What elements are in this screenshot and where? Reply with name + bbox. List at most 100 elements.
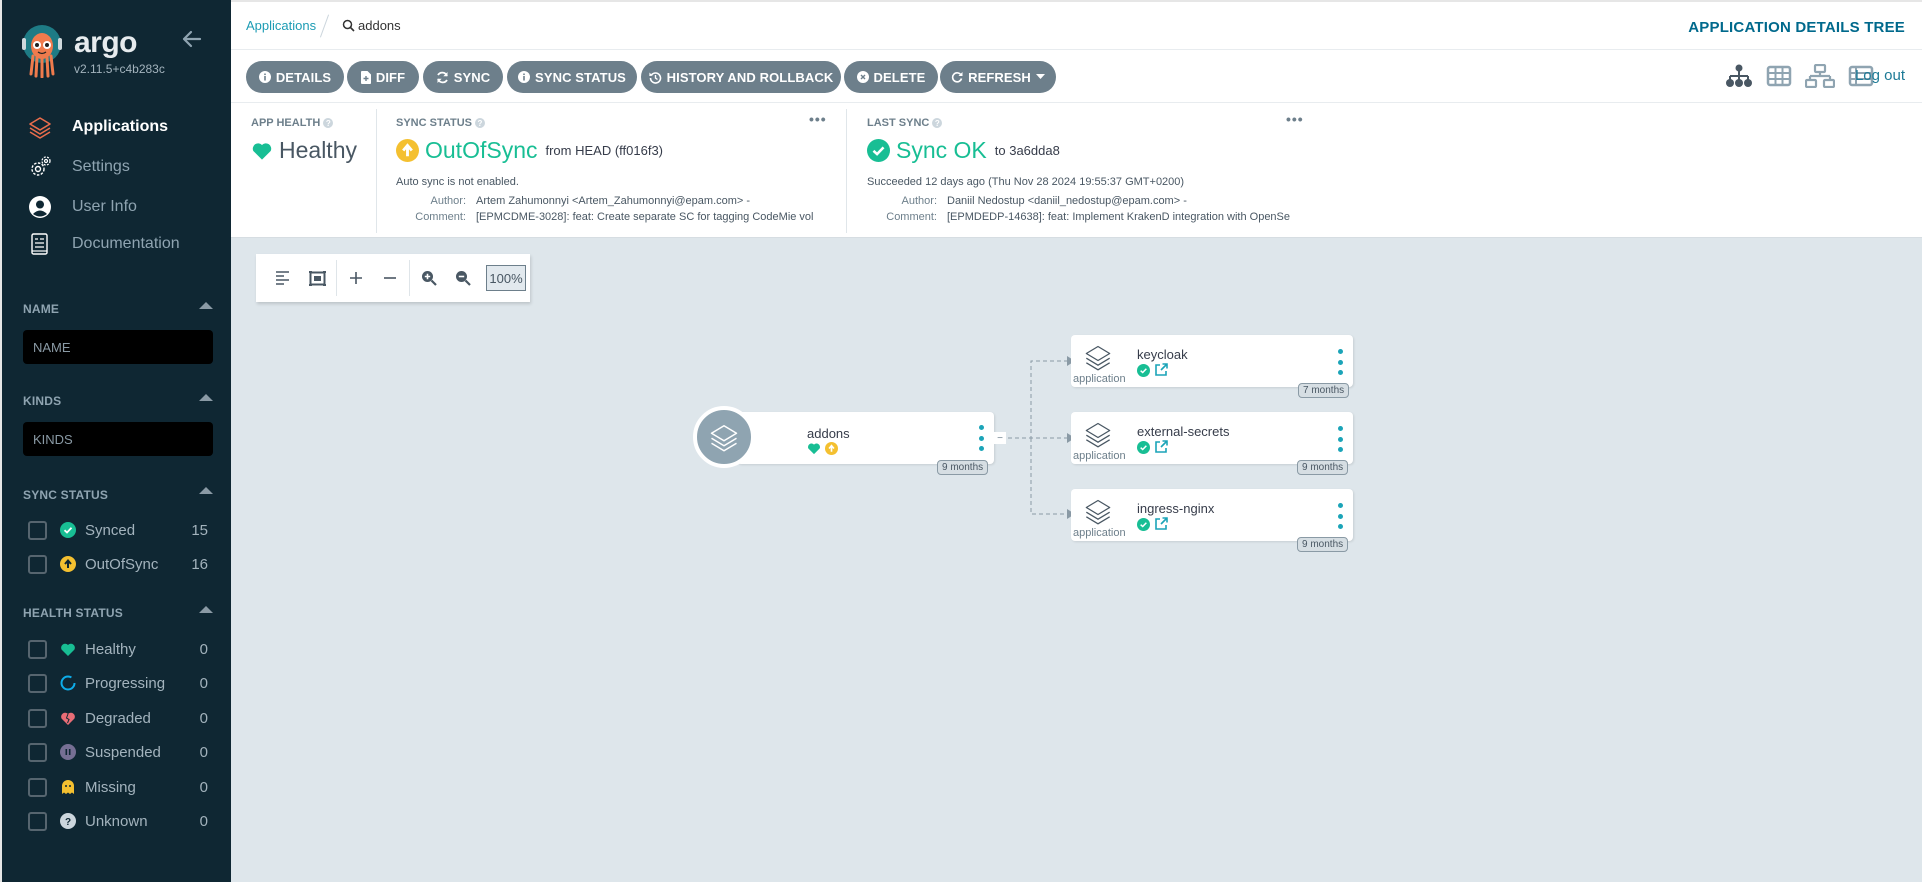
external-link-icon[interactable] xyxy=(1154,517,1168,531)
nav-item-applications[interactable]: Applications xyxy=(2,108,231,145)
tree-node-root[interactable]: addons xyxy=(737,412,994,464)
sync-status-more-button[interactable]: ••• xyxy=(809,111,827,127)
help-icon[interactable]: ? xyxy=(475,118,485,128)
name-filter-input[interactable] xyxy=(23,330,213,364)
sync-button[interactable]: SYNC xyxy=(423,61,503,93)
breadcrumb-current-label: addons xyxy=(358,18,401,33)
filter-count: 0 xyxy=(199,709,208,727)
collapse-node-toggle[interactable]: − xyxy=(994,432,1006,444)
filter-outofsync[interactable]: OutOfSync 16 xyxy=(28,552,208,576)
history-icon xyxy=(648,71,661,84)
filter-healthy[interactable]: Healthy 0 xyxy=(28,637,208,661)
filter-title-name: NAME xyxy=(23,302,60,316)
sync-status-label-text: SYNC STATUS xyxy=(396,117,472,129)
arrow-up-circle-icon xyxy=(825,442,838,455)
network-view-icon[interactable] xyxy=(1805,64,1835,88)
comment-value: [EPMDEDP-14638]: feat: Implement KrakenD… xyxy=(947,211,1291,223)
argo-logo xyxy=(22,25,62,78)
refresh-button[interactable]: REFRESH xyxy=(940,61,1056,93)
divider xyxy=(846,109,847,233)
checkbox[interactable] xyxy=(28,639,47,659)
checkbox[interactable] xyxy=(28,811,47,831)
last-sync-revision: to 3a6dda8 xyxy=(994,143,1060,158)
checkbox[interactable] xyxy=(28,777,47,797)
checkbox[interactable] xyxy=(28,520,47,540)
filter-missing[interactable]: Missing 0 xyxy=(28,775,208,799)
brand-name: argo xyxy=(74,26,138,59)
root-app-icon xyxy=(693,406,755,468)
tree-node[interactable]: application keycloak xyxy=(1071,335,1353,387)
node-status-icons xyxy=(807,442,838,455)
sync-status-value[interactable]: OutOfSync from HEAD (ff016f3) xyxy=(396,137,663,164)
comment-value: [EPMCDME-3028]: feat: Create separate SC… xyxy=(476,211,814,223)
action-toolbar: DETAILS DIFF SYNC SYNC STATUS HISTORY AN… xyxy=(231,50,1922,102)
user-circle-icon xyxy=(28,195,52,219)
help-icon[interactable]: ? xyxy=(932,118,943,128)
checkbox[interactable] xyxy=(28,708,47,728)
delete-button[interactable]: DELETE xyxy=(844,61,938,93)
times-circle-icon xyxy=(856,71,869,83)
breadcrumb-applications[interactable]: Applications xyxy=(246,18,316,33)
filter-count: 0 xyxy=(199,778,208,796)
tree-node[interactable]: application external-secrets xyxy=(1071,412,1353,464)
collapse-filter-kinds-icon[interactable] xyxy=(199,394,213,401)
breadcrumb-current[interactable]: addons xyxy=(342,18,401,33)
tree-view-icon[interactable] xyxy=(1725,64,1753,88)
filter-degraded[interactable]: Degraded 0 xyxy=(28,706,208,730)
details-button[interactable]: DETAILS xyxy=(246,61,344,93)
history-rollback-button[interactable]: HISTORY AND ROLLBACK xyxy=(641,61,841,93)
kinds-filter-input[interactable] xyxy=(23,422,213,456)
diff-button[interactable]: DIFF xyxy=(347,61,419,93)
pods-view-icon[interactable] xyxy=(1766,65,1792,87)
collapse-filter-sync-icon[interactable] xyxy=(199,487,213,494)
node-menu-button[interactable] xyxy=(1337,426,1343,452)
checkbox[interactable] xyxy=(28,742,47,762)
last-sync-comment-row: Comment: [EPMDEDP-14638]: feat: Implemen… xyxy=(867,211,1290,223)
logout-link[interactable]: Log out xyxy=(1855,67,1905,84)
node-menu-button[interactable] xyxy=(978,425,984,451)
last-sync-time: Succeeded 12 days ago (Thu Nov 28 2024 1… xyxy=(867,176,1185,188)
svg-text:?: ? xyxy=(65,817,71,828)
nav-label: Applications xyxy=(72,117,169,135)
filter-synced[interactable]: Synced 15 xyxy=(28,518,208,542)
collapse-filter-health-icon[interactable] xyxy=(199,606,213,613)
collapse-filter-name-icon[interactable] xyxy=(199,302,213,309)
external-link-icon[interactable] xyxy=(1154,363,1168,377)
page-title: APPLICATION DETAILS TREE xyxy=(1688,19,1905,36)
filter-count: 0 xyxy=(199,812,208,830)
layers-icon xyxy=(1083,420,1113,453)
nav-item-user-info[interactable]: User Info xyxy=(2,188,231,225)
heart-icon xyxy=(59,640,77,658)
nav-item-documentation[interactable]: Documentation xyxy=(2,225,231,262)
filter-progressing[interactable]: Progressing 0 xyxy=(28,671,208,695)
button-label: DIFF xyxy=(375,69,406,85)
divider xyxy=(376,109,377,233)
external-link-icon[interactable] xyxy=(1154,440,1168,454)
checkbox[interactable] xyxy=(28,554,47,574)
sidebar: argo v2.11.5+c4b283c Applications Settin… xyxy=(0,0,231,882)
heart-icon xyxy=(252,142,272,160)
button-label: DELETE xyxy=(873,69,926,85)
tree-node[interactable]: application ingress-nginx xyxy=(1071,489,1353,541)
author-label: Author: xyxy=(901,195,937,207)
check-circle-icon xyxy=(1137,363,1150,377)
node-kind: application xyxy=(1073,450,1126,462)
last-sync-more-button[interactable]: ••• xyxy=(1286,111,1304,127)
sync-comment-row: Comment: [EPMCDME-3028]: feat: Create se… xyxy=(396,211,814,223)
collapse-sidebar-button[interactable] xyxy=(182,28,202,54)
last-sync-value[interactable]: Sync OK to 3a6dda8 xyxy=(867,137,1060,164)
help-icon[interactable]: ? xyxy=(323,118,334,128)
last-sync-text: Sync OK xyxy=(896,137,987,163)
checkbox[interactable] xyxy=(28,673,47,693)
arrow-up-circle-icon xyxy=(396,139,419,162)
layers-icon xyxy=(1083,343,1113,376)
filter-label: Progressing xyxy=(85,674,166,692)
view-mode-switcher xyxy=(1725,64,1874,88)
node-menu-button[interactable] xyxy=(1337,503,1343,529)
node-menu-button[interactable] xyxy=(1337,349,1343,375)
filter-label: Degraded xyxy=(85,709,151,727)
sync-status-button[interactable]: SYNC STATUS xyxy=(507,61,637,93)
filter-suspended[interactable]: Suspended 0 xyxy=(28,740,208,764)
filter-unknown[interactable]: ? Unknown 0 xyxy=(28,809,208,833)
nav-item-settings[interactable]: Settings xyxy=(2,148,231,185)
